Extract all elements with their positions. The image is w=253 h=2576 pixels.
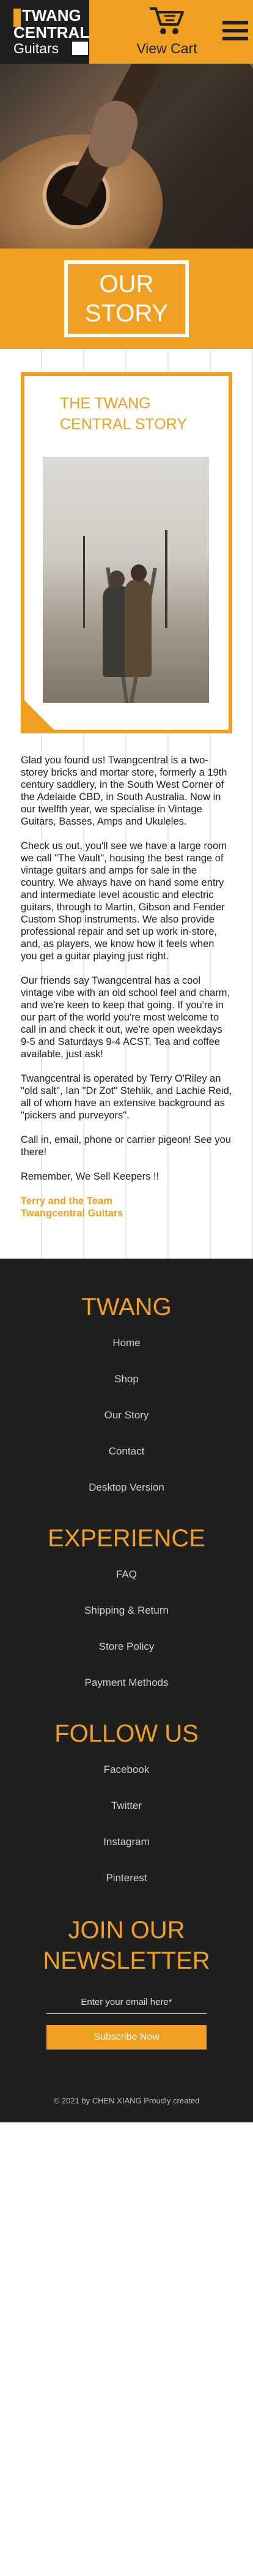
signature-line1: Terry and the Team: [21, 1196, 112, 1207]
newsletter-heading: JOIN OUR NEWSLETTER: [0, 1915, 253, 1976]
story-paragraph: Call in, email, phone or carrier pigeon!…: [21, 1134, 231, 1158]
footer-link-home[interactable]: Home: [0, 1337, 253, 1349]
hamburger-menu-icon[interactable]: [222, 21, 248, 43]
footer-link-store-policy[interactable]: Store Policy: [0, 1641, 253, 1653]
footer-experience-heading: EXPERIENCE: [48, 1525, 205, 1552]
site-footer: TWANG Home Shop Our Story Contact Deskto…: [0, 1259, 253, 2122]
footer-follow-heading: FOLLOW US: [54, 1720, 199, 1747]
footer-link-contact[interactable]: Contact: [0, 1445, 253, 1458]
logo-text-guitars: Guitars: [13, 40, 59, 56]
logo-text-twang: TWANG: [22, 6, 81, 24]
site-header: TWANG CENTRAL Guitars View Cart: [0, 0, 253, 64]
our-story-title-line1: OUR: [99, 271, 154, 298]
story-paragraph: Remember, We Sell Keepers !!: [21, 1171, 160, 1182]
view-cart-button[interactable]: View Cart: [133, 5, 200, 60]
footer-twang-heading: TWANG: [81, 1294, 172, 1320]
story-paragraph: Check us out, you'll see we have a large…: [21, 841, 227, 962]
logo-text-central: CENTRAL: [13, 23, 90, 42]
story-paragraph: Twangcentral is operated by Terry O'Rile…: [21, 1073, 232, 1121]
footer-link-our-story[interactable]: Our Story: [0, 1409, 253, 1421]
story-card: THE TWANG CENTRAL STORY: [21, 372, 232, 733]
story-photo: [43, 457, 209, 703]
our-story-title-box: OUR STORY: [64, 260, 189, 337]
view-cart-label: View Cart: [136, 40, 197, 56]
footer-link-payment-methods[interactable]: Payment Methods: [0, 1677, 253, 1689]
hero-image: [0, 64, 253, 249]
footer-twang-section: TWANG Home Shop Our Story Contact Deskto…: [0, 1293, 253, 1494]
logo-square: [72, 42, 88, 55]
site-logo[interactable]: TWANG CENTRAL Guitars: [0, 0, 89, 64]
cart-icon: [150, 7, 184, 34]
subscribe-button[interactable]: Subscribe Now: [46, 2025, 207, 2050]
footer-experience-section: EXPERIENCE FAQ Shipping & Return Store P…: [0, 1524, 253, 1689]
newsletter-heading-line1: JOIN OUR: [68, 1917, 185, 1944]
our-story-title-line2: STORY: [84, 300, 169, 327]
story-text: Glad you found us! Twangcentral is a two…: [21, 754, 232, 1219]
newsletter-email-input[interactable]: [46, 1991, 207, 2014]
footer-link-faq[interactable]: FAQ: [0, 1568, 253, 1581]
story-paragraph: Glad you found us! Twangcentral is a two…: [21, 755, 227, 827]
copyright-text: © 2021 by CHEN XIANG Proudly created: [53, 2096, 200, 2105]
story-signature: Terry and the Team Twangcentral Guitars: [21, 1195, 232, 1219]
story-card-title: THE TWANG CENTRAL STORY: [60, 395, 187, 433]
footer-link-shop[interactable]: Shop: [0, 1373, 253, 1385]
story-section: THE TWANG CENTRAL STORY Glad you found u…: [0, 349, 253, 1259]
footer-link-shipping-return[interactable]: Shipping & Return: [0, 1604, 253, 1617]
footer-link-pinterest[interactable]: Pinterest: [0, 1872, 253, 1884]
footer-link-twitter[interactable]: Twitter: [0, 1800, 253, 1812]
newsletter-section: JOIN OUR NEWSLETTER Subscribe Now: [0, 1915, 253, 2050]
story-paragraph: Our friends say Twangcentral has a cool …: [21, 975, 230, 1060]
newsletter-heading-line2: NEWSLETTER: [43, 1947, 210, 1974]
signature-line2: Twangcentral Guitars: [21, 1208, 123, 1219]
footer-link-facebook[interactable]: Facebook: [0, 1764, 253, 1776]
footer-link-instagram[interactable]: Instagram: [0, 1836, 253, 1848]
card-corner-accent: [21, 697, 57, 733]
footer-follow-section: FOLLOW US Facebook Twitter Instagram Pin…: [0, 1720, 253, 1884]
footer-link-desktop-version[interactable]: Desktop Version: [0, 1481, 253, 1494]
our-story-banner: OUR STORY: [0, 249, 253, 349]
